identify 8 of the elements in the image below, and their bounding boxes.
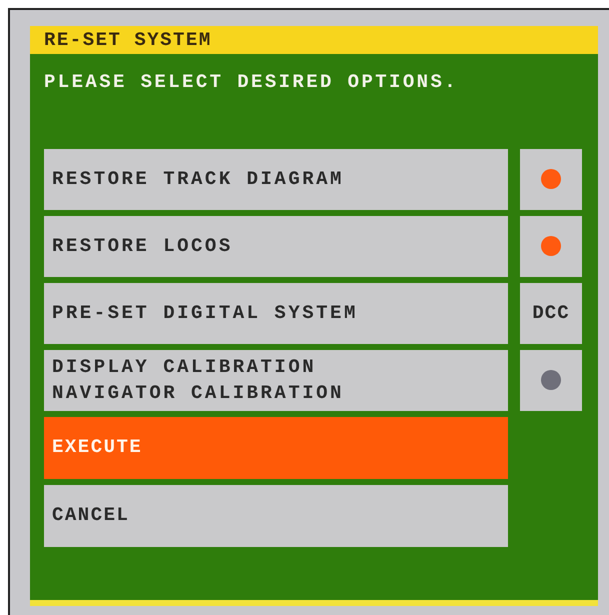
system-value: DCC xyxy=(532,300,570,326)
dialog-title: RE-SET SYSTEM xyxy=(30,26,598,54)
option-button[interactable]: PRE-SET DIGITAL SYSTEM xyxy=(44,282,508,344)
prompt-text: PLEASE SELECT DESIRED OPTIONS. xyxy=(43,70,460,95)
option-button[interactable]: RESTORE TRACK DIAGRAM xyxy=(44,148,508,210)
cancel-button[interactable]: CANCEL xyxy=(44,484,508,546)
option-button[interactable]: DISPLAY CALIBRATION NAVIGATOR CALIBRATION xyxy=(44,350,508,410)
option-button[interactable]: RESTORE LOCOS xyxy=(44,216,508,276)
